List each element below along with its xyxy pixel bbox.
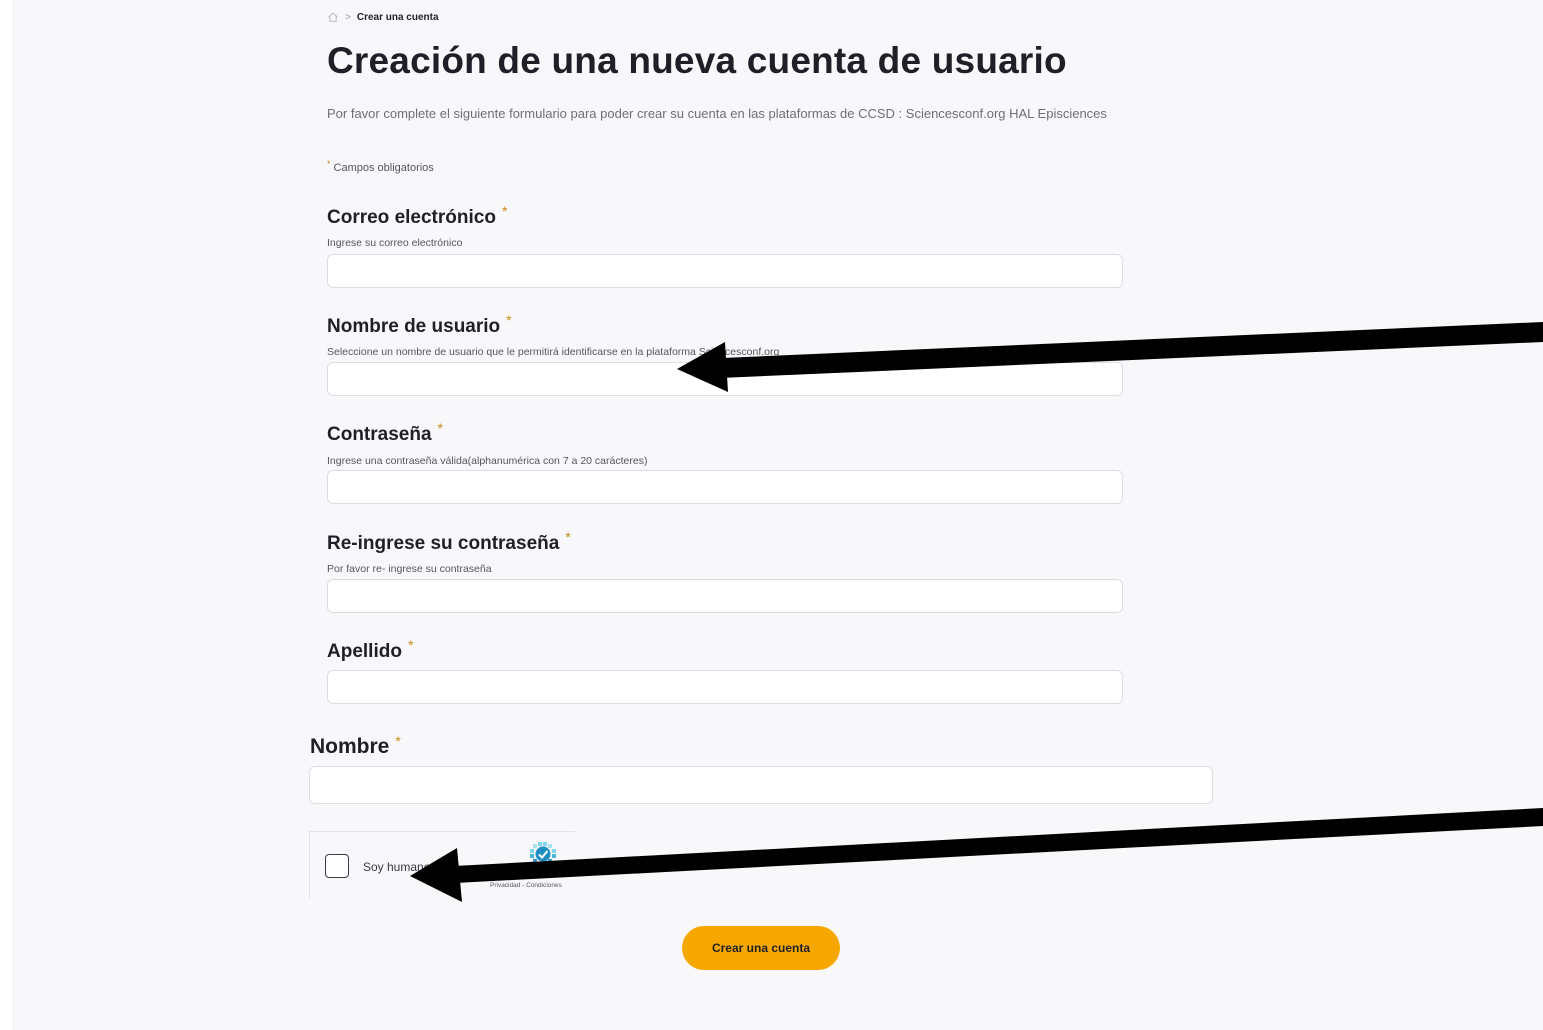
password-label-row: Contraseña *: [327, 420, 443, 446]
lastname-required-asterisk: *: [407, 637, 414, 653]
username-label-row: Nombre de usuario *: [327, 312, 512, 338]
firstname-field[interactable]: [309, 766, 1213, 804]
username-required-asterisk: *: [506, 312, 512, 328]
password-confirm-help: Por favor re- ingrese su contraseña: [327, 563, 492, 575]
required-asterisk: *: [327, 159, 331, 169]
password-field[interactable]: [327, 470, 1123, 504]
required-note-text: Campos obligatorios: [333, 162, 434, 174]
lastname-label-row: Apellido *: [327, 637, 413, 663]
password-confirm-label: Re-ingrese su contraseña: [327, 533, 560, 554]
captcha-widget: Soy humano Privacidad - Condiciones: [309, 831, 575, 898]
password-label: Contraseña: [327, 424, 432, 445]
lastname-field[interactable]: [327, 670, 1123, 704]
email-help: Ingrese su correo electrónico: [327, 237, 463, 249]
breadcrumb-separator: >: [345, 11, 351, 23]
required-note: * Campos obligatorios: [327, 159, 434, 174]
hcaptcha-logo-icon: [528, 842, 558, 873]
home-icon[interactable]: [327, 11, 339, 23]
firstname-required-asterisk: *: [395, 733, 401, 749]
password-help: Ingrese una contraseña válida(alphanumér…: [327, 455, 648, 467]
captcha-links[interactable]: Privacidad - Condiciones: [490, 882, 562, 889]
password-required-asterisk: *: [437, 420, 443, 436]
captcha-checkbox[interactable]: [325, 854, 349, 878]
password-confirm-field[interactable]: [327, 579, 1123, 613]
username-help: Seleccione un nombre de usuario que le p…: [327, 346, 780, 358]
breadcrumb: > Crear una cuenta: [327, 10, 439, 24]
email-required-asterisk: *: [501, 203, 508, 219]
firstname-label: Nombre: [310, 735, 390, 758]
lastname-label: Apellido: [327, 641, 402, 662]
email-label-row: Correo electrónico *: [327, 203, 507, 229]
email-label: Correo electrónico: [327, 207, 496, 228]
page-title: Creación de una nueva cuenta de usuario: [327, 40, 1067, 81]
username-field[interactable]: [327, 362, 1123, 396]
password-confirm-label-row: Re-ingrese su contraseña *: [327, 529, 571, 555]
captcha-label: Soy humano: [363, 860, 431, 874]
page: > Crear una cuenta Creación de una nueva…: [12, 0, 1543, 1030]
password-confirm-required-asterisk: *: [565, 529, 571, 545]
email-field[interactable]: [327, 254, 1123, 288]
breadcrumb-current: Crear una cuenta: [356, 11, 439, 23]
username-label: Nombre de usuario: [327, 316, 501, 337]
create-account-button[interactable]: Crear una cuenta: [682, 926, 840, 970]
intro-text: Por favor complete el siguiente formular…: [327, 106, 1107, 121]
firstname-label-row: Nombre *: [310, 733, 401, 759]
